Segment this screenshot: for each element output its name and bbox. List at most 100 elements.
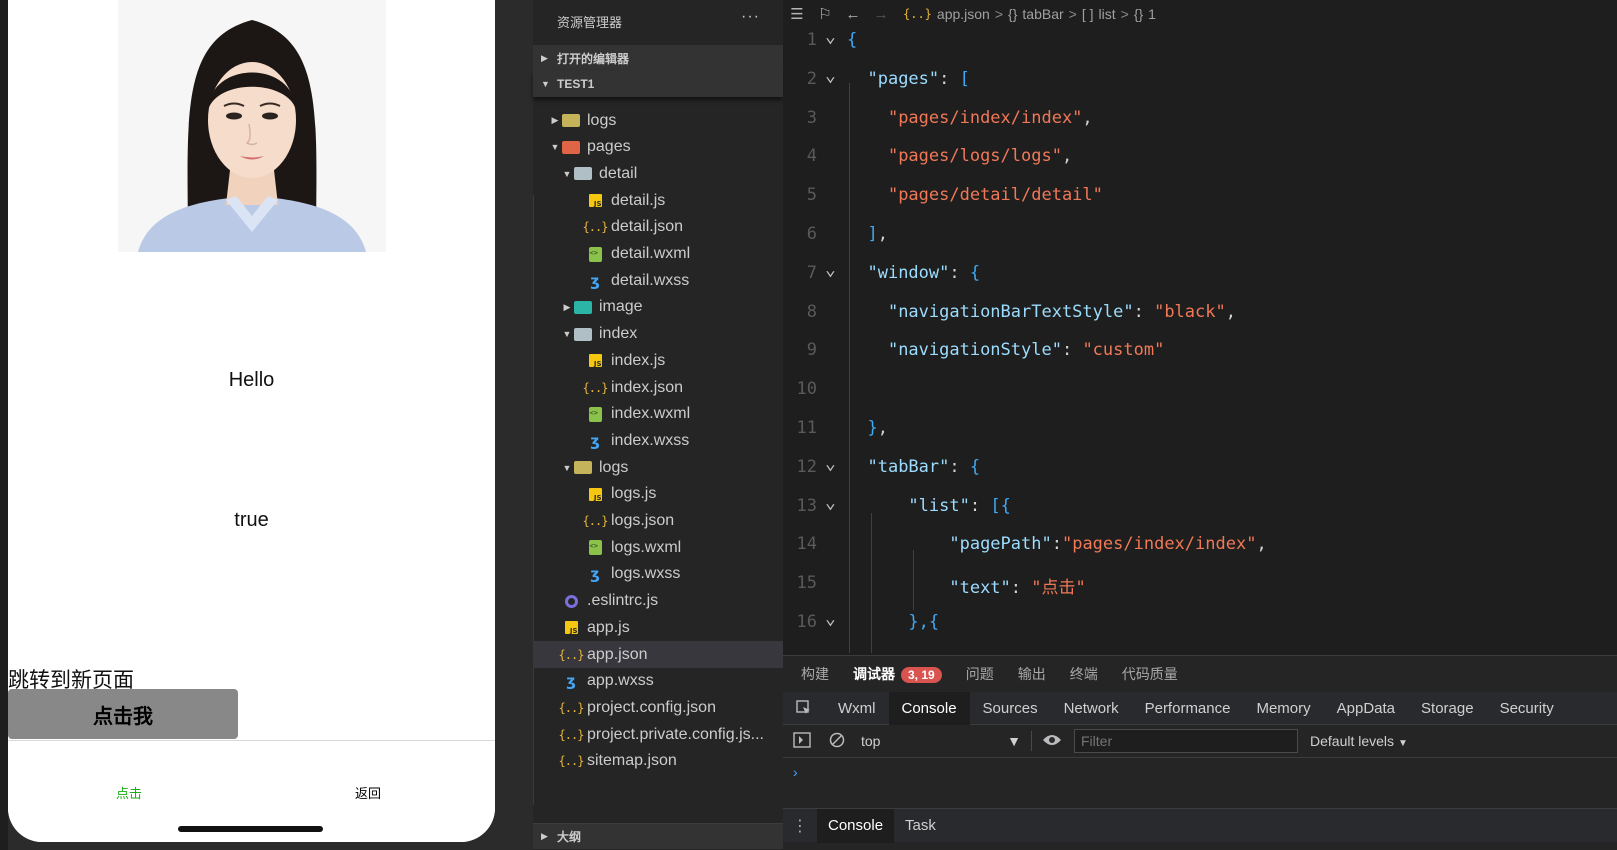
devtools-tab[interactable]: Memory [1243,692,1323,725]
phone-simulator: Hello true 跳转到新页面 点击我 点击 返回 [8,0,495,842]
code-token: "navigationStyle" [887,340,1062,361]
code-token: : [949,262,970,283]
tree-item[interactable]: ʒ logs.wxss [533,561,783,588]
tree-item[interactable]: detail.js [533,187,783,214]
panel-tab[interactable]: 代码质量 [1122,664,1178,684]
kebab-menu-icon[interactable]: ⋮ [783,816,817,836]
line-number: 4 [806,146,817,167]
tab-back[interactable]: 返回 [355,783,381,802]
fold-chevron-icon[interactable]: ⌄ [825,259,836,280]
tree-item-label: pages [587,138,631,156]
tree-item[interactable]: ▼ index [533,321,783,348]
folder-pages-icon [561,137,581,157]
project-section[interactable]: ▼ TEST1 [533,71,783,97]
context-selector[interactable]: top ▼ [861,733,1021,749]
panel-tab[interactable]: 问题 [966,664,994,684]
clear-console-icon[interactable] [829,732,845,751]
chevron-down-icon[interactable]: ▼ [561,463,573,473]
drawer-tab[interactable]: Task [894,809,947,843]
tree-item[interactable]: ▶ logs [533,107,783,134]
tree-item[interactable]: ʒ app.wxss [533,668,783,695]
console-prompt[interactable]: › [793,764,798,780]
tree-item-label: detail.json [611,218,684,236]
more-actions-icon[interactable]: ··· [741,8,760,26]
code-area[interactable]: 1 ⌄{2 ⌄ "pages": [3 "pages/index/index", 4 … [783,26,1617,655]
devtools-tab[interactable]: Wxml [825,692,889,725]
list-icon[interactable]: ☰ [783,5,811,23]
js-file-icon [585,484,605,504]
log-levels-dropdown[interactable]: Default levels ▼ [1310,733,1408,749]
code-token: : [949,456,970,477]
inspect-element-icon[interactable] [783,700,825,716]
panel-tab[interactable]: 终端 [1070,664,1098,684]
tree-item[interactable]: index.wxml [533,401,783,428]
sidebar-toggle-icon[interactable] [793,731,811,751]
chevron-down-icon[interactable]: ▼ [561,169,573,179]
code-token: "tabBar" [867,456,950,477]
tree-item[interactable]: {..} project.config.json [533,694,783,721]
fold-chevron-icon[interactable]: ⌄ [825,65,836,86]
tree-item[interactable]: ▼ logs [533,454,783,481]
breadcrumb-list[interactable]: list [1099,6,1116,22]
breadcrumb-file[interactable]: app.json [937,6,990,22]
eye-icon[interactable] [1042,733,1062,750]
fold-chevron-icon[interactable]: ⌄ [825,26,836,47]
code-token: },{ [908,612,940,632]
devtools-tab[interactable]: Performance [1132,692,1244,725]
tree-item[interactable]: app.js [533,614,783,641]
chevron-right-icon[interactable]: ▶ [549,115,561,126]
tree-item[interactable]: {..} index.json [533,374,783,401]
tree-item[interactable]: ʒ detail.wxss [533,267,783,294]
bookmark-icon[interactable]: ⚐ [811,5,839,23]
tree-item[interactable]: index.js [533,347,783,374]
code-line: "pages/logs/logs", [847,146,1072,166]
chevron-right-icon[interactable]: ▶ [561,302,573,313]
tree-item[interactable]: ʒ index.wxss [533,427,783,454]
code-token: : [1133,301,1155,322]
back-arrow-icon[interactable]: ← [839,6,867,23]
tree-item[interactable]: {..} detail.json [533,214,783,241]
tree-item-label: project.config.json [587,698,716,716]
fold-chevron-icon[interactable]: ⌄ [825,608,836,629]
panel-tab[interactable]: 调试器 3, 19 [853,664,942,684]
breadcrumb-tabbar[interactable]: tabBar [1022,6,1063,22]
tree-item[interactable]: ▶ image [533,294,783,321]
devtools-tab[interactable]: Network [1051,692,1132,725]
code-editor[interactable]: ☰ ⚐ ← → {..} app.json > {} tabBar > [ ] … [783,0,1617,655]
devtools-tab[interactable]: Sources [970,692,1051,725]
tree-item[interactable]: ▼ pages [533,134,783,161]
tree-item[interactable]: logs.wxml [533,534,783,561]
drawer-tab[interactable]: Console [817,808,895,843]
chevron-down-icon[interactable]: ▼ [549,142,561,152]
open-editors-section[interactable]: ▶ 打开的编辑器 [533,45,783,71]
tree-item[interactable]: .eslintrc.js [533,588,783,615]
click-me-button[interactable]: 点击我 [8,689,238,739]
tree-item[interactable]: {..} app.json [533,641,783,668]
tab-click[interactable]: 点击 [116,783,142,802]
tree-item-label: detail.wxml [611,245,691,262]
tree-item[interactable]: detail.wxml [533,241,783,268]
fold-chevron-icon[interactable]: ⌄ [825,492,836,513]
chevron-down-icon[interactable]: ▼ [561,329,573,339]
tree-item[interactable]: logs.js [533,481,783,508]
devtools-tab[interactable]: Storage [1408,692,1487,725]
fold-chevron-icon[interactable]: ⌄ [825,453,836,474]
panel-tab[interactable]: 构建 [801,664,829,684]
line-number: 1 [806,30,817,50]
code-token: , [1225,301,1236,322]
tree-item[interactable]: {..} logs.json [533,508,783,535]
panel-tab[interactable]: 输出 [1018,664,1046,684]
breadcrumb-index[interactable]: 1 [1148,6,1156,22]
tree-item[interactable]: ▼ detail [533,160,783,187]
filter-input[interactable] [1074,729,1298,753]
devtools-tab[interactable]: Console [888,691,970,725]
forward-arrow-icon[interactable]: → [867,6,895,23]
outline-section[interactable]: ▶ 大纲 [533,823,783,849]
devtools-tab[interactable]: Security [1487,692,1567,725]
tree-item[interactable]: {..} sitemap.json [533,748,783,775]
tree-item[interactable]: {..} project.private.config.js... [533,721,783,748]
devtools-tab[interactable]: AppData [1324,692,1408,725]
